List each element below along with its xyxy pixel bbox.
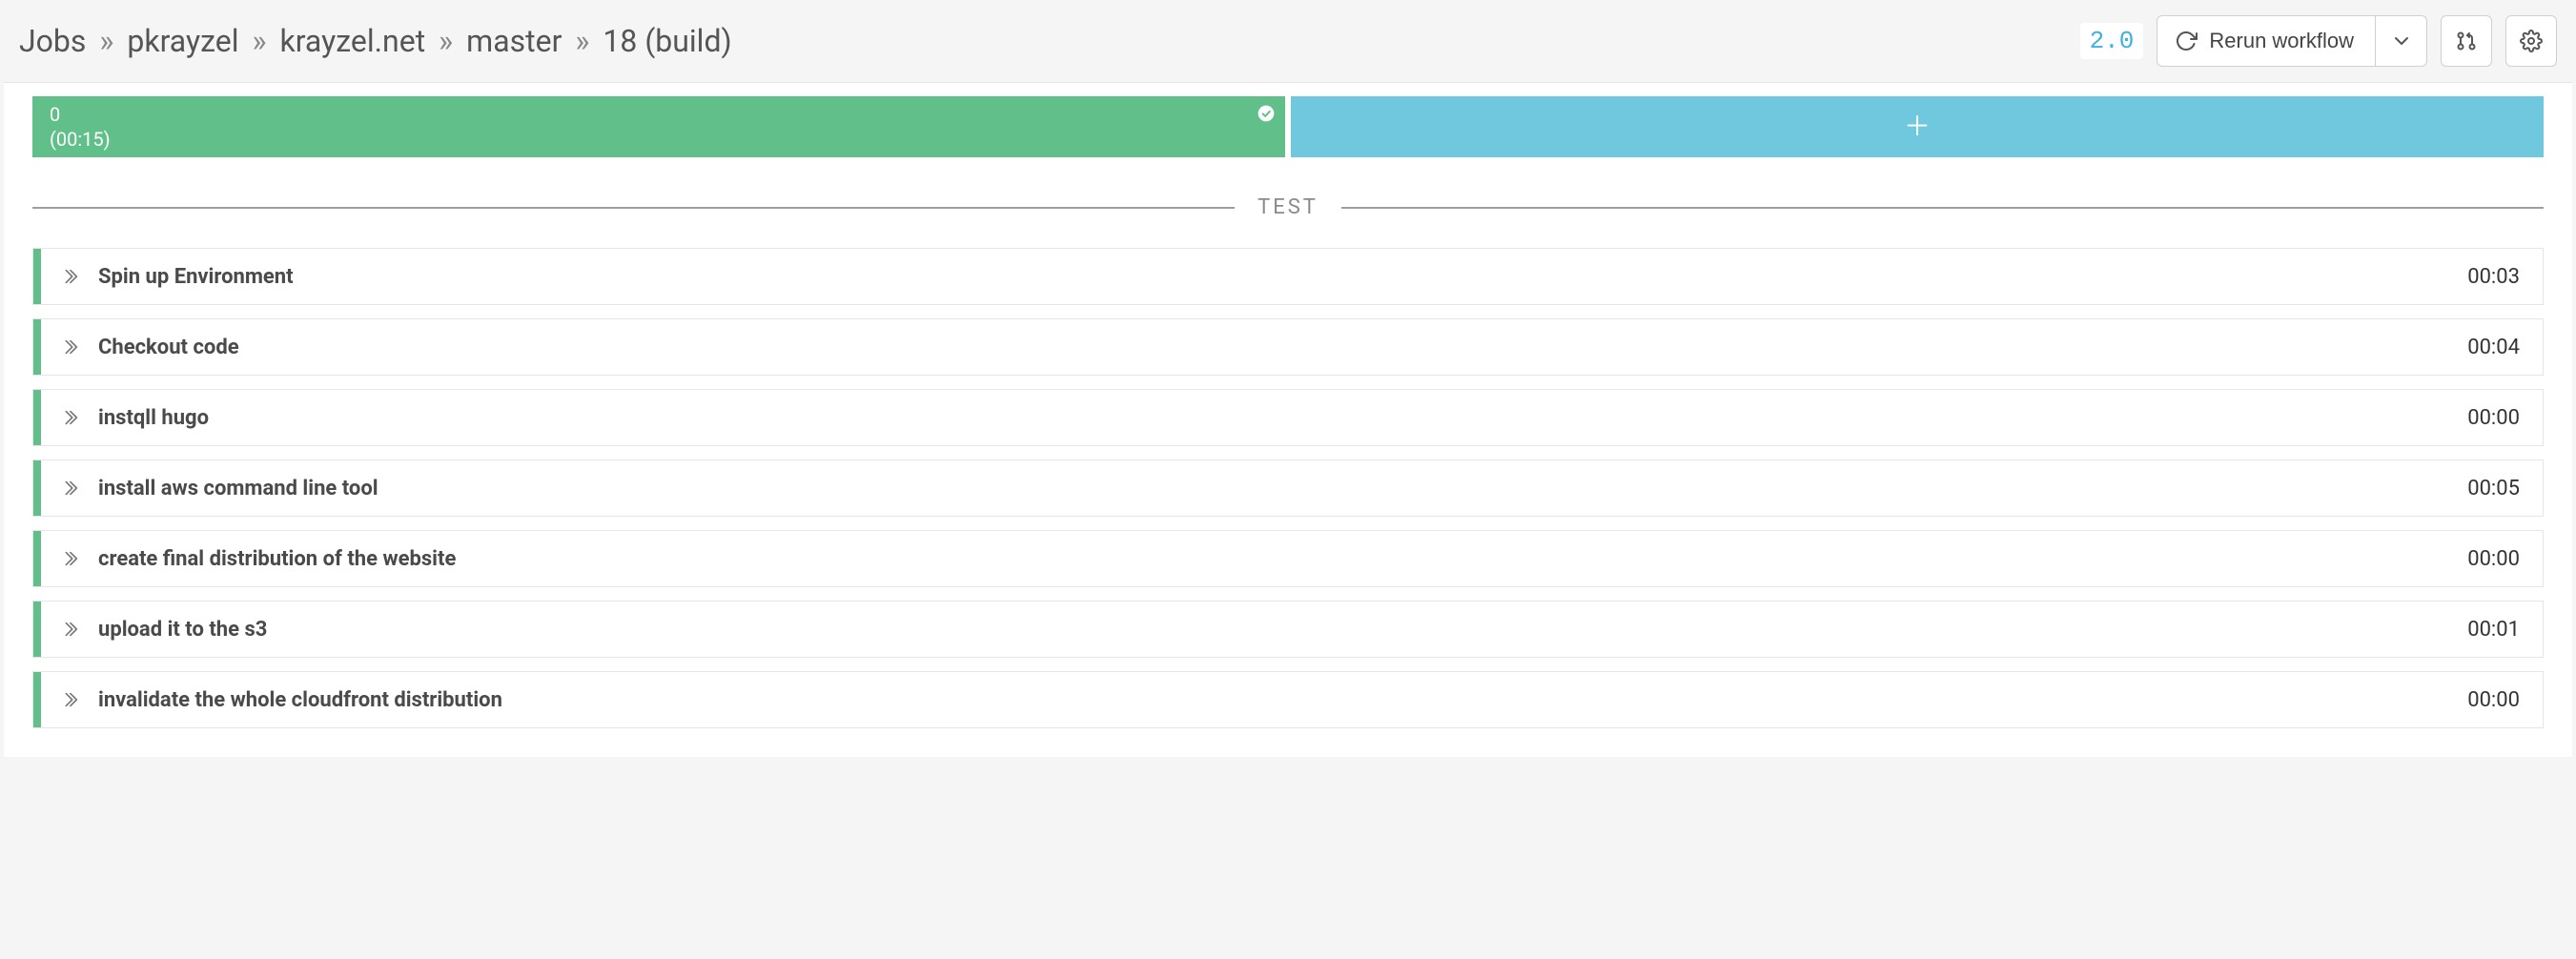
step-row[interactable]: invalidate the whole cloudfront distribu… <box>32 671 2544 728</box>
rerun-workflow-dropdown[interactable] <box>2376 15 2427 67</box>
expand-chevron-icon <box>41 337 98 357</box>
step-duration: 00:04 <box>2467 336 2543 359</box>
plus-icon: ＋ <box>1904 110 1931 144</box>
step-success-stripe <box>33 602 41 657</box>
step-success-stripe <box>33 672 41 727</box>
step-name: Spin up Environment <box>98 265 2467 289</box>
gear-icon <box>2520 30 2543 52</box>
step-row[interactable]: instqll hugo00:00 <box>32 389 2544 446</box>
header-actions: 2.0 Rerun workflow <box>2080 15 2557 67</box>
expand-chevron-icon <box>41 266 98 287</box>
step-success-stripe <box>33 390 41 445</box>
step-row[interactable]: Checkout code00:04 <box>32 318 2544 376</box>
step-name: instqll hugo <box>98 406 2467 430</box>
parallel-run-duration: (00:15) <box>50 127 1268 152</box>
git-pull-request-icon <box>2455 30 2478 52</box>
step-duration: 00:00 <box>2467 547 2543 571</box>
section-label: TEST <box>1257 195 1319 219</box>
header-bar: Jobs » pkrayzel » krayzel.net » master »… <box>0 0 2576 82</box>
step-row[interactable]: create final distribution of the website… <box>32 530 2544 587</box>
step-success-stripe <box>33 249 41 304</box>
rerun-workflow-label: Rerun workflow <box>2209 29 2354 53</box>
breadcrumb-separator: » <box>252 23 266 59</box>
steps-list: Spin up Environment00:03Checkout code00:… <box>32 248 2544 728</box>
breadcrumb-root[interactable]: Jobs <box>19 23 86 59</box>
step-duration: 00:00 <box>2467 406 2543 430</box>
settings-button[interactable] <box>2505 15 2557 67</box>
expand-chevron-icon <box>41 407 98 428</box>
breadcrumb-repo[interactable]: krayzel.net <box>279 23 425 59</box>
step-duration: 00:00 <box>2467 688 2543 712</box>
pull-request-button[interactable] <box>2441 15 2492 67</box>
step-name: Checkout code <box>98 336 2467 359</box>
breadcrumb-branch[interactable]: master <box>466 23 562 59</box>
parallel-bars: 0 (00:15) ＋ <box>32 96 2544 157</box>
divider-line <box>32 207 1235 209</box>
section-divider: TEST <box>32 195 2544 219</box>
breadcrumb-org[interactable]: pkrayzel <box>127 23 238 59</box>
step-name: create final distribution of the website <box>98 547 2467 571</box>
step-duration: 00:05 <box>2467 477 2543 500</box>
parallel-run-index: 0 <box>50 102 1268 127</box>
step-row[interactable]: install aws command line tool00:05 <box>32 459 2544 517</box>
step-name: install aws command line tool <box>98 477 2467 500</box>
expand-chevron-icon <box>41 689 98 710</box>
divider-line <box>1341 207 2544 209</box>
version-badge: 2.0 <box>2080 23 2144 59</box>
check-circle-icon <box>1257 104 1276 123</box>
expand-chevron-icon <box>41 619 98 640</box>
breadcrumb: Jobs » pkrayzel » krayzel.net » master »… <box>19 23 732 59</box>
parallel-run-bar[interactable]: 0 (00:15) <box>32 96 1285 157</box>
breadcrumb-build[interactable]: 18 (build) <box>603 23 731 59</box>
expand-chevron-icon <box>41 548 98 569</box>
add-parallel-bar[interactable]: ＋ <box>1291 96 2544 157</box>
main-panel: 0 (00:15) ＋ TEST Spin up Environment00:0… <box>4 82 2572 757</box>
step-duration: 00:03 <box>2467 265 2543 289</box>
rerun-workflow-group: Rerun workflow <box>2157 15 2427 67</box>
step-success-stripe <box>33 319 41 375</box>
step-success-stripe <box>33 460 41 516</box>
expand-chevron-icon <box>41 478 98 499</box>
refresh-icon <box>2175 30 2198 52</box>
step-duration: 00:01 <box>2467 618 2543 642</box>
step-name: invalidate the whole cloudfront distribu… <box>98 688 2467 712</box>
step-success-stripe <box>33 531 41 586</box>
rerun-workflow-button[interactable]: Rerun workflow <box>2157 15 2376 67</box>
step-name: upload it to the s3 <box>98 618 2467 642</box>
breadcrumb-separator: » <box>575 23 589 59</box>
breadcrumb-separator: » <box>439 23 453 59</box>
step-row[interactable]: upload it to the s300:01 <box>32 601 2544 658</box>
chevron-down-icon <box>2390 30 2413 52</box>
step-row[interactable]: Spin up Environment00:03 <box>32 248 2544 305</box>
breadcrumb-separator: » <box>99 23 113 59</box>
